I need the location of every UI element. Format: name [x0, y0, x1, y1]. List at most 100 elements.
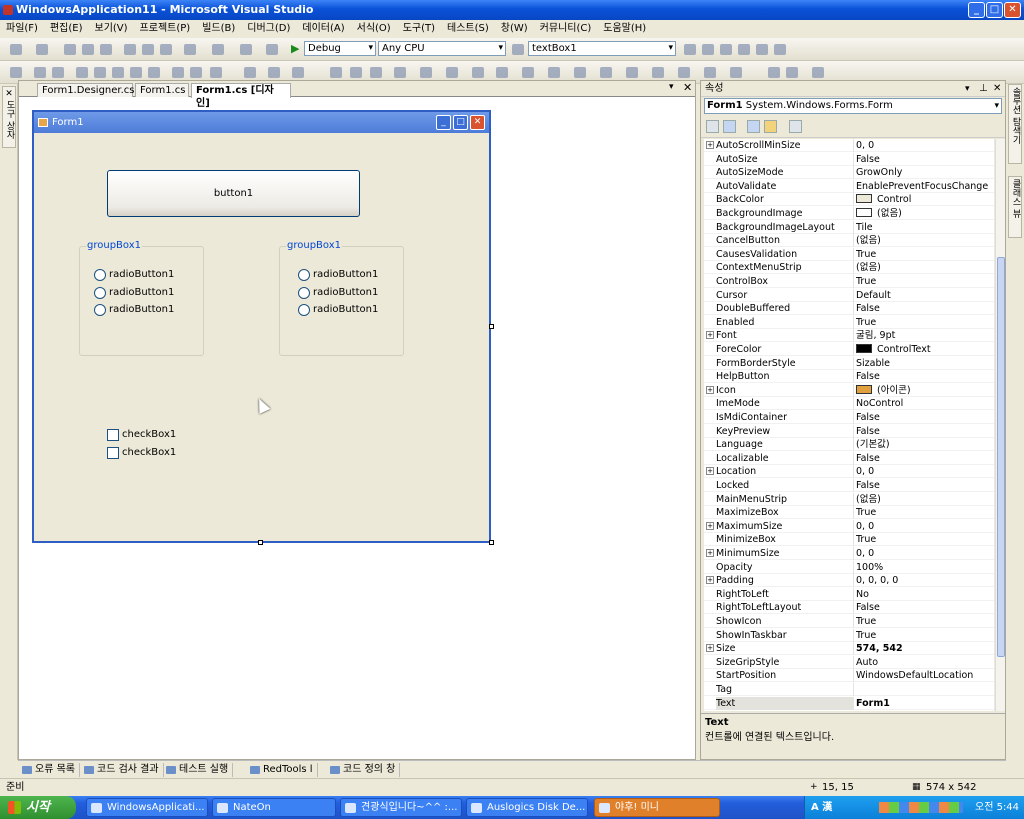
- property-row-text[interactable]: Text Form1: [704, 696, 994, 710]
- object-browser-icon[interactable]: [720, 44, 732, 55]
- alphabetical-icon[interactable]: [723, 120, 736, 133]
- solution-config-select[interactable]: Debug: [304, 41, 376, 56]
- tab-form1-cs[interactable]: Form1.cs: [135, 83, 189, 97]
- property-value[interactable]: NoControl: [856, 397, 992, 410]
- format-icon[interactable]: [548, 67, 560, 78]
- menu-build[interactable]: 빌드(B): [196, 20, 241, 38]
- expand-icon[interactable]: +: [706, 549, 714, 557]
- tab-code-analysis[interactable]: 코드 검사 결과: [82, 763, 164, 777]
- solution-explorer-tab[interactable]: 솔루션 탐색기: [1008, 84, 1022, 164]
- expand-icon[interactable]: +: [706, 644, 714, 653]
- property-value[interactable]: False: [856, 601, 992, 614]
- bring-to-front-icon[interactable]: [446, 67, 458, 78]
- send-to-back-icon[interactable]: [472, 67, 484, 78]
- property-row-language[interactable]: Language (기본값): [704, 438, 994, 452]
- grid-icon[interactable]: [600, 67, 612, 78]
- property-value[interactable]: True: [856, 506, 992, 519]
- table-icon[interactable]: [768, 67, 780, 78]
- layout-3-icon[interactable]: [678, 67, 690, 78]
- properties-view-icon[interactable]: [747, 120, 760, 133]
- property-row-startposition[interactable]: StartPosition WindowsDefaultLocation: [704, 669, 994, 683]
- layout-2-icon[interactable]: [652, 67, 664, 78]
- cut-icon[interactable]: [124, 44, 136, 55]
- same-width-icon[interactable]: [148, 67, 160, 78]
- tab-form1-design[interactable]: Form1.cs [디자인]: [191, 83, 291, 109]
- property-value[interactable]: 0, 0: [856, 520, 992, 533]
- tab-redtools[interactable]: RedTools l: [248, 763, 318, 777]
- property-row-cancelbutton[interactable]: CancelButton (없음): [704, 234, 994, 248]
- expand-icon[interactable]: +: [706, 521, 714, 530]
- expand-icon[interactable]: +: [706, 467, 714, 476]
- align-rights-icon[interactable]: [76, 67, 88, 78]
- redo-icon[interactable]: [212, 44, 224, 55]
- task-auslogics[interactable]: Auslogics Disk De...: [466, 798, 588, 817]
- property-row-mainmenustrip[interactable]: MainMenuStrip (없음): [704, 492, 994, 506]
- property-value[interactable]: (없음): [856, 207, 992, 220]
- overflow-icon[interactable]: [812, 67, 824, 78]
- menu-project[interactable]: 프로젝트(P): [134, 20, 197, 38]
- class-view-tab[interactable]: 클래스 뷰: [1008, 176, 1022, 238]
- expand-icon[interactable]: +: [706, 385, 714, 394]
- property-row-location[interactable]: + Location 0, 0: [704, 465, 994, 479]
- property-row-maximizebox[interactable]: MaximizeBox True: [704, 506, 994, 520]
- button1-control[interactable]: button1: [107, 170, 360, 217]
- same-height-icon[interactable]: [172, 67, 184, 78]
- property-value[interactable]: No: [856, 588, 992, 601]
- checkbox1-first[interactable]: checkBox1: [107, 429, 176, 441]
- form1-designer-surface[interactable]: Form1 _ □ ✕ button1 groupBox1 radioButto…: [32, 110, 491, 543]
- property-value[interactable]: True: [856, 629, 992, 642]
- property-row-autovalidate[interactable]: AutoValidate EnablePreventFocusChange: [704, 179, 994, 193]
- tab-order-icon[interactable]: [496, 67, 508, 78]
- property-value[interactable]: Sizable: [856, 357, 992, 370]
- find-in-files-icon[interactable]: [512, 44, 524, 55]
- radiobutton-right-3[interactable]: radioButton1: [298, 304, 378, 316]
- layout-4-icon[interactable]: [704, 67, 716, 78]
- checkbox1-second[interactable]: checkBox1: [107, 447, 176, 459]
- property-row-minimumsize[interactable]: + MinimumSize 0, 0: [704, 547, 994, 560]
- property-value[interactable]: True: [856, 275, 992, 288]
- property-value[interactable]: False: [856, 302, 992, 315]
- menu-help[interactable]: 도움말(H): [597, 20, 652, 38]
- property-row-backcolor[interactable]: BackColor Control: [704, 193, 994, 207]
- radiobutton-left-1[interactable]: radioButton1: [94, 269, 174, 281]
- property-value[interactable]: 굴림, 9pt: [856, 329, 992, 342]
- property-row-padding[interactable]: + Padding 0, 0, 0, 0: [704, 574, 994, 588]
- radiobutton-right-1[interactable]: radioButton1: [298, 269, 378, 281]
- property-row-doublebuffered[interactable]: DoubleBuffered False: [704, 302, 994, 316]
- find-combo[interactable]: textBox1: [528, 41, 676, 56]
- menu-test[interactable]: 테스트(S): [441, 20, 495, 38]
- task-yahoo-mini[interactable]: 야후! 미니: [594, 798, 720, 817]
- property-value[interactable]: 0, 0: [856, 465, 992, 478]
- property-value[interactable]: Auto: [856, 656, 992, 669]
- events-lightning-icon[interactable]: [764, 120, 777, 133]
- property-value[interactable]: False: [856, 411, 992, 424]
- start-button[interactable]: 시작: [0, 796, 76, 819]
- properties-icon[interactable]: [702, 44, 714, 55]
- property-row-ismdicontainer[interactable]: IsMdiContainer False: [704, 411, 994, 424]
- property-value[interactable]: 0, 0, 0, 0: [856, 574, 992, 587]
- navigate-icon[interactable]: [240, 44, 252, 55]
- property-value[interactable]: False: [856, 479, 992, 492]
- property-row-font[interactable]: + Font 굴림, 9pt: [704, 329, 994, 343]
- ime-indicator[interactable]: A 漢: [811, 796, 832, 819]
- property-value[interactable]: False: [856, 153, 992, 166]
- layout-5-icon[interactable]: [730, 67, 742, 78]
- layout-icon[interactable]: [626, 67, 638, 78]
- resize-handle-bottom[interactable]: [258, 540, 263, 545]
- maximize-button[interactable]: □: [986, 2, 1003, 18]
- property-row-formborderstyle[interactable]: FormBorderStyle Sizable: [704, 356, 994, 370]
- property-row-contextmenustrip[interactable]: ContextMenuStrip (없음): [704, 261, 994, 275]
- property-row-righttoleft[interactable]: RightToLeft No: [704, 587, 994, 601]
- tray-icons[interactable]: [879, 802, 963, 813]
- expand-icon[interactable]: +: [706, 331, 714, 340]
- start-debug-icon[interactable]: ▶: [291, 42, 299, 55]
- menu-tools[interactable]: 도구(T): [397, 20, 441, 38]
- center-horizontally-icon[interactable]: [394, 67, 406, 78]
- property-row-tag[interactable]: Tag: [704, 683, 994, 696]
- window-title-bar[interactable]: WindowsApplication11 - Microsoft Visual …: [0, 0, 1024, 20]
- align-lefts-icon[interactable]: [34, 67, 46, 78]
- radiobutton-left-3[interactable]: radioButton1: [94, 304, 174, 316]
- center-vertically-icon[interactable]: [420, 67, 432, 78]
- copy-icon[interactable]: [142, 44, 154, 55]
- menu-debug[interactable]: 디버그(D): [241, 20, 296, 38]
